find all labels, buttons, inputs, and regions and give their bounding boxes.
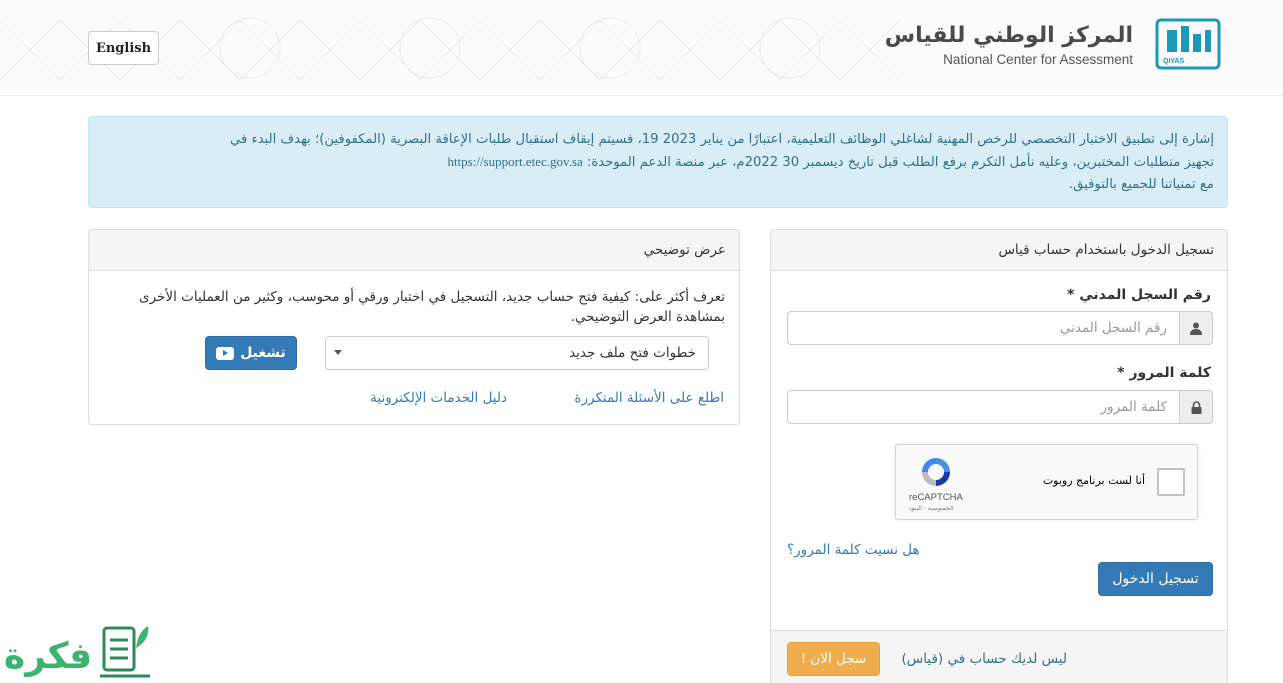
brand-name-english: National Center for Assessment bbox=[943, 52, 1133, 67]
watermark-text: فكرة bbox=[4, 636, 92, 677]
lock-icon bbox=[1179, 390, 1213, 424]
brand-name-arabic: المركز الوطني للقياس bbox=[884, 23, 1133, 48]
notice-support-url: https://support.etec.gov.sa bbox=[447, 154, 583, 169]
national-id-input[interactable] bbox=[787, 311, 1179, 345]
recaptcha-brand: reCAPTCHA bbox=[909, 492, 963, 503]
user-icon bbox=[1179, 311, 1213, 345]
recaptcha-widget: أنا لست برنامج روبوت reCAPTCHA الخصوصية … bbox=[895, 444, 1198, 520]
e-services-guide-link[interactable]: دليل الخدمات الإلكترونية bbox=[370, 390, 507, 406]
play-demo-button[interactable]: تشغيل bbox=[205, 336, 297, 370]
demo-description: تعرف أكثر على: كيفية فتح حساب جديد، التس… bbox=[139, 289, 725, 325]
notice-line-2: تجهيز متطلبات المختبرين، وعليه نأمل التك… bbox=[102, 151, 1214, 174]
logo-text: QIYAS bbox=[1163, 58, 1184, 65]
national-id-group bbox=[787, 311, 1213, 345]
register-now-button[interactable]: سجل الان ! bbox=[787, 642, 880, 676]
faq-link[interactable]: اطلع على الأسئلة المتكررة bbox=[574, 390, 724, 406]
notice-alert: إشارة إلى تطبيق الاختبار التخصصي للرخص ا… bbox=[88, 116, 1228, 208]
notice-line-1: إشارة إلى تطبيق الاختبار التخصصي للرخص ا… bbox=[230, 132, 1214, 147]
no-account-text: ليس لديك حساب في (قياس) bbox=[901, 651, 1067, 667]
demo-panel: عرض توضيحي تعرف أكثر على: كيفية فتح حساب… bbox=[88, 229, 740, 425]
notice-line-2-text: تجهيز متطلبات المختبرين، وعليه نأمل التك… bbox=[586, 155, 1214, 170]
site-header: English المركز الوطني للقياس National Ce… bbox=[0, 0, 1283, 96]
forgot-password-link[interactable]: هل نسيت كلمة المرور؟ bbox=[787, 542, 920, 558]
language-english-button[interactable]: English bbox=[88, 31, 159, 65]
demo-video-select[interactable]: خطوات فتح ملف جديد bbox=[325, 336, 709, 370]
brand-name: المركز الوطني للقياس National Center for… bbox=[885, 22, 1133, 67]
recaptcha-checkbox[interactable] bbox=[1157, 468, 1185, 496]
login-submit-button[interactable]: تسجيل الدخول bbox=[1098, 562, 1213, 596]
watermark-logo: فكرة bbox=[4, 626, 150, 678]
national-id-label: رقم السجل المدني * bbox=[1067, 287, 1211, 303]
notice-line-3: مع تمنياتنا للجميع بالتوفيق. bbox=[1068, 177, 1214, 192]
youtube-play-icon bbox=[216, 346, 235, 360]
login-panel-title: تسجيل الدخول باستخدام حساب قياس bbox=[771, 230, 1227, 271]
password-input[interactable] bbox=[787, 390, 1179, 424]
register-footer: ليس لديك حساب في (قياس) سجل الان ! bbox=[771, 630, 1227, 683]
recaptcha-label: أنا لست برنامج روبوت bbox=[1042, 474, 1145, 487]
play-label: تشغيل bbox=[240, 345, 286, 361]
demo-panel-title: عرض توضيحي bbox=[89, 230, 739, 271]
chevron-down-icon bbox=[334, 350, 342, 355]
password-group bbox=[787, 390, 1213, 424]
recaptcha-logo-icon bbox=[922, 458, 950, 486]
password-label: كلمة المرور * bbox=[1117, 365, 1211, 381]
login-panel: تسجيل الدخول باستخدام حساب قياس رقم السج… bbox=[770, 229, 1228, 683]
qiyas-logo-icon: QIYAS bbox=[1155, 18, 1221, 70]
recaptcha-terms[interactable]: الخصوصية - البنود bbox=[909, 505, 954, 512]
demo-select-value: خطوات فتح ملف جديد bbox=[569, 345, 696, 361]
